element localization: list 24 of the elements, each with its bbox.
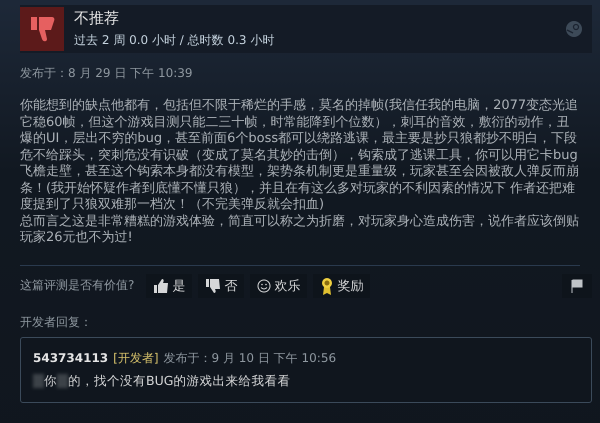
flag-icon xyxy=(570,278,584,292)
award-icon xyxy=(320,276,334,294)
smiley-icon xyxy=(257,278,272,292)
thumbs-down-icon xyxy=(205,278,222,292)
reply-text: 的，找个没有BUG的游戏出来给我看看 xyxy=(68,372,290,390)
yes-button[interactable]: 是 xyxy=(146,274,192,298)
playtime-text: 过去 2 周 0.0 小时 / 总时数 0.3 小时 xyxy=(74,32,276,49)
developer-tag: [开发者] xyxy=(113,350,159,366)
thumbs-up-icon xyxy=(153,278,170,292)
review-paragraph: 你能想到的缺点他都有，包括但不限于稀烂的手感，莫名的掉帧(我信任我的电脑，2077变态光追它稳60帧，但这个游戏目测只能二三十帧，时常能降到个位数），刺耳的音效，敷衍的动作，丑爆的UI，层出不穷的bug，甚至前面6个boss都可以绕路逃课，最主要是抄只狼都抄不明白，下段危不给踩头，突刺危没有识破（变成了莫名其妙的击倒），钩索成了逃课工具，你可以用它卡bug飞檐走壁，甚至这个钩索本身都没有模型，架势条机制更是重量级，玩家甚至会因被敌人弹反而崩条！(我开始怀疑作者到底懂不懂只狼），并且在有这么多对玩家的不利因素的情况下 作者还把难度提到了只狼双难那一档次！（不完美弹反就会扣血) xyxy=(20,98,580,214)
reply-date: 发布于：9 月 10 日 下午 10:56 xyxy=(164,350,336,366)
flag-button[interactable] xyxy=(562,274,592,298)
award-button[interactable]: 奖励 xyxy=(313,274,370,298)
redaction-mark xyxy=(57,374,68,388)
no-button[interactable]: 否 xyxy=(198,274,244,298)
funny-button[interactable]: 欢乐 xyxy=(250,274,308,298)
posted-date: 发布于：8 月 29 日 下午 10:39 xyxy=(20,65,194,82)
developer-reply-heading: 开发者回复： xyxy=(20,314,93,330)
redaction-mark xyxy=(33,374,44,388)
review-paragraph: 总而言之这是非常糟糕的游戏体验，简直可以称之为折磨，对玩家身心造成伤害，说作者应该倒贴玩家26元也不为过! xyxy=(20,214,580,246)
reply-author: 543734113 xyxy=(33,350,108,364)
review-verdict: 不推荐 xyxy=(74,9,120,28)
helpful-prompt: 这篇评测是否有价值? xyxy=(20,277,134,294)
reply-text: 你 xyxy=(44,372,57,390)
